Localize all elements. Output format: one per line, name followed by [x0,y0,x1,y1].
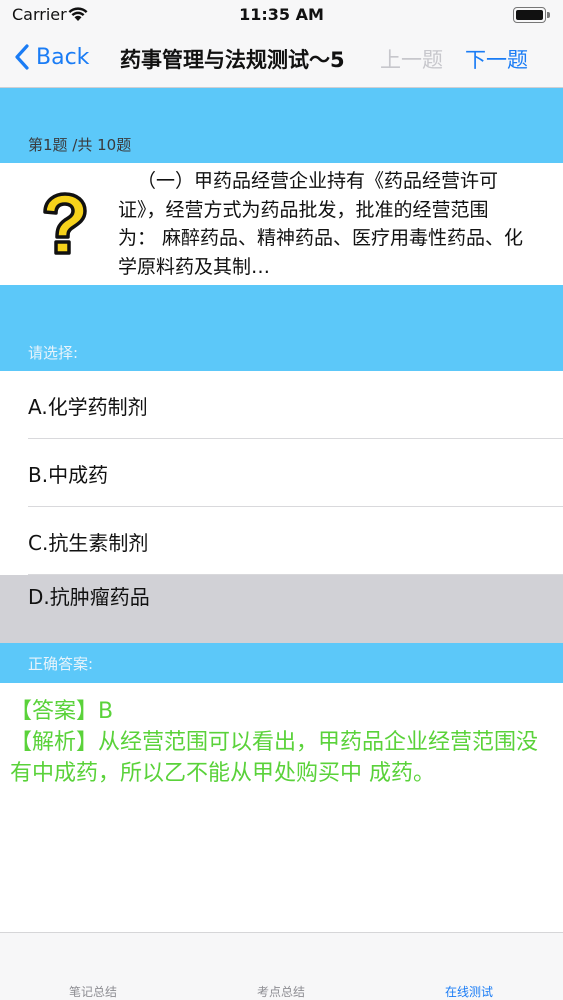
status-bar: Carrier 11:35 AM [0,0,563,30]
question-counter-header: 第1题 /共 10题 [0,88,563,163]
tab-key-points[interactable]: 考点总结 [221,983,341,1000]
option-label: D.抗肿瘤药品 [28,585,150,609]
option-label: C.抗生素制剂 [28,531,149,555]
option-a[interactable]: A.化学药制剂 [0,371,563,439]
tab-online-test[interactable]: 在线测试 [409,983,529,1000]
option-d[interactable]: D.抗肿瘤药品 [0,575,563,643]
option-label: A.化学药制剂 [28,395,148,419]
option-label: B.中成药 [28,463,109,487]
question-text: （一）甲药品经营企业持有《药品经营许可证》，经营方式为药品批发，批准的经营范围为… [118,170,524,278]
clock: 11:35 AM [239,5,324,24]
answer-header: 正确答案: [0,643,563,683]
previous-question-button[interactable]: 上一题 [380,44,443,74]
analysis-text: 【解析】从经营范围可以看出，甲药品企业经营范围没有中成药，所以乙不能从甲处购买中… [10,730,539,786]
back-button[interactable]: Back [14,42,89,72]
navigation-bar: Back 药事管理与法规测试～5 上一题 下一题 [0,30,563,86]
answer-explanation: 【答案】B 【解析】从经营范围可以看出，甲药品企业经营范围没有中成药，所以乙不能… [10,696,550,789]
tab-bar: 笔记总结 考点总结 在线测试 [0,932,563,1000]
page-title: 药事管理与法规测试～5 [120,48,345,72]
answer-header-label: 正确答案: [28,655,94,673]
choose-label: 请选择: [28,344,79,362]
top-bar: Carrier 11:35 AM Back 药事管理与法规测试～5 上一题 下一… [0,0,563,88]
choose-header: 请选择: [0,285,563,371]
answer-line: 【答案】B [10,699,114,724]
question-counter: 第1题 /共 10题 [28,136,132,154]
option-b[interactable]: B.中成药 [0,439,563,507]
tab-notes[interactable]: 笔记总结 [33,983,153,1000]
question-mark-icon [43,192,87,255]
battery-icon [513,7,551,23]
option-c[interactable]: C.抗生素制剂 [0,507,563,575]
next-question-button[interactable]: 下一题 [465,44,528,74]
chevron-left-icon [15,44,29,70]
back-label: Back [36,44,90,70]
question-card: （一）甲药品经营企业持有《药品经营许可证》，经营方式为药品批发，批准的经营范围为… [0,163,563,285]
